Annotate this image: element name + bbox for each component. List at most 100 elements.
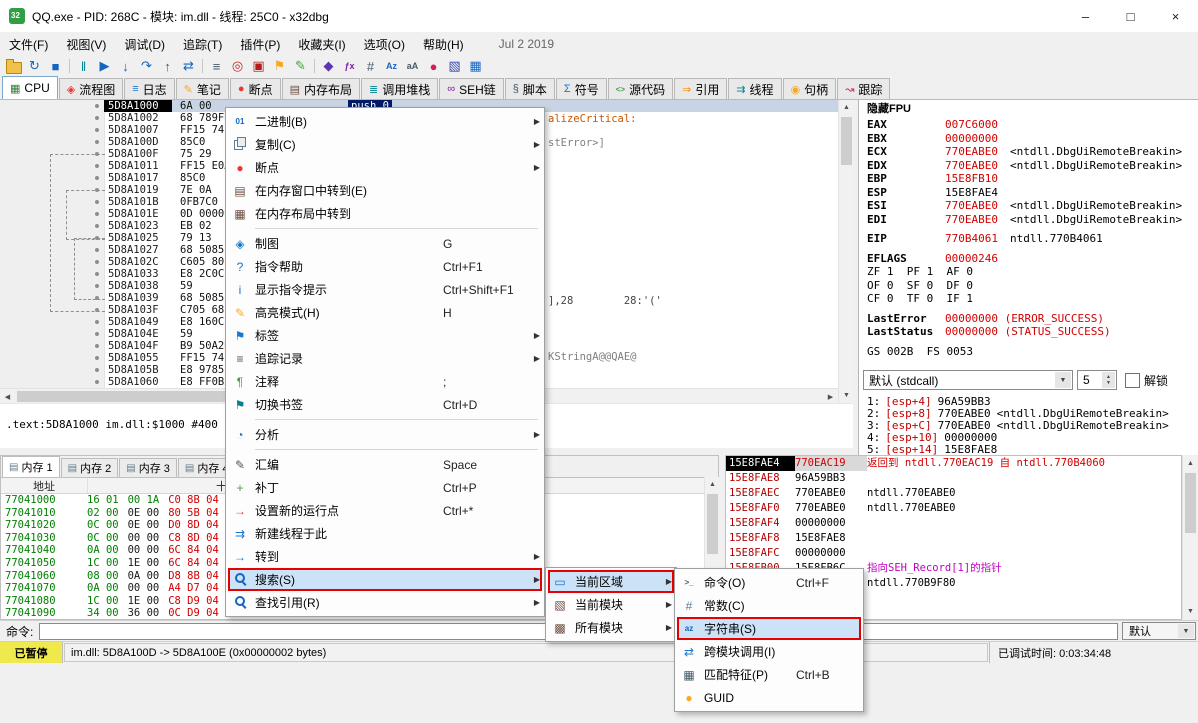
menu-item-toggle-bookmark[interactable]: ⚑切换书签Ctrl+D bbox=[228, 393, 542, 416]
menu-item-new-thread-here[interactable]: ⇉新建线程于此 bbox=[228, 522, 542, 545]
scroll-up-icon[interactable]: ▲ bbox=[1183, 456, 1198, 471]
menu-item-set-new-origin[interactable]: →设置新的运行点Ctrl+* bbox=[228, 499, 542, 522]
breakpoint-dot[interactable] bbox=[95, 332, 99, 336]
tab-seh[interactable]: ∞SEH链 bbox=[439, 78, 504, 99]
run-to-return-icon[interactable]: ⇄ bbox=[178, 57, 199, 75]
argument-count-spinner[interactable]: 5 ▲▼ bbox=[1077, 370, 1117, 390]
breakpoint-dot[interactable] bbox=[95, 140, 99, 144]
scroll-right-icon[interactable]: ▶ bbox=[823, 389, 838, 404]
breakpoint-dot[interactable] bbox=[95, 260, 99, 264]
breakpoints-icon[interactable]: ◎ bbox=[227, 57, 248, 75]
breakpoint-dot[interactable] bbox=[95, 152, 99, 156]
strings-icon[interactable]: Az bbox=[381, 57, 402, 75]
stack-row[interactable]: 15E8FAE4770EAC19返回到 ntdll.770EAC19 自 ntd… bbox=[726, 456, 1181, 471]
menu-options[interactable]: 选项(O) bbox=[355, 32, 414, 56]
menu-item-analysis[interactable]: ◔分析▶ bbox=[228, 423, 542, 446]
breakpoint-dot[interactable] bbox=[95, 224, 99, 228]
tab-notes[interactable]: ✎笔记 bbox=[176, 78, 229, 99]
tab-memory-map[interactable]: ▤内存布局 bbox=[282, 78, 360, 99]
breakpoint-dot[interactable] bbox=[95, 320, 99, 324]
register-row[interactable]: EFLAGS00000246 bbox=[867, 252, 1198, 266]
menu-item-follow-in-memory-map[interactable]: ▦在内存布局中转到 bbox=[228, 202, 542, 225]
windows-icon[interactable]: ▦ bbox=[465, 57, 486, 75]
menu-item-copy[interactable]: 复制(C)▶ bbox=[228, 133, 542, 156]
disasm-vertical-scrollbar[interactable]: ▲ ▼ bbox=[838, 100, 853, 403]
tab-cpu[interactable]: ▦CPU bbox=[2, 76, 58, 99]
menu-item-graph[interactable]: ◈制图G bbox=[228, 232, 542, 255]
dump-tab-dump-2[interactable]: ▤内存 2 bbox=[61, 458, 119, 477]
breakpoint-dot[interactable] bbox=[95, 284, 99, 288]
breakpoint-dot[interactable] bbox=[95, 356, 99, 360]
menu-item-label[interactable]: ⚑标签▶ bbox=[228, 324, 542, 347]
menu-item-current-region[interactable]: ▭当前区域▶ bbox=[548, 570, 674, 593]
tab-log[interactable]: ≡日志 bbox=[124, 78, 174, 99]
menu-file[interactable]: 文件(F) bbox=[0, 32, 57, 56]
breakpoint-dot[interactable] bbox=[95, 176, 99, 180]
case-icon[interactable]: aA bbox=[402, 57, 423, 75]
maximize-button[interactable]: □ bbox=[1108, 0, 1153, 32]
menu-item-binary[interactable]: 01二进制(B)▶ bbox=[228, 110, 542, 133]
menu-debug[interactable]: 调试(D) bbox=[115, 32, 174, 56]
register-row[interactable]: EAX007C6000 bbox=[867, 118, 1198, 132]
step-into-icon[interactable]: ↓ bbox=[115, 57, 136, 75]
breakpoint-dot[interactable] bbox=[95, 212, 99, 216]
menu-item-current-module[interactable]: ▧当前模块▶ bbox=[548, 593, 674, 616]
menu-item-trace-record[interactable]: ≡追踪记录▶ bbox=[228, 347, 542, 370]
register-row[interactable]: OF 0 SF 0 DF 0 bbox=[867, 279, 1198, 293]
scrollbar-track[interactable] bbox=[1183, 471, 1197, 604]
pause-icon[interactable]: ‖ bbox=[73, 57, 94, 75]
scrollbar-thumb[interactable] bbox=[1185, 473, 1196, 533]
menu-item-instruction-help[interactable]: ?指令帮助Ctrl+F1 bbox=[228, 255, 542, 278]
register-row[interactable]: ECX770EABE0<ntdll.DbgUiRemoteBreakin> bbox=[867, 145, 1198, 159]
unlock-checkbox[interactable] bbox=[1125, 373, 1140, 388]
scrollbar-thumb[interactable] bbox=[841, 117, 852, 165]
menu-item-breakpoint[interactable]: ●断点▶ bbox=[228, 156, 542, 179]
menu-item-find-references[interactable]: 查找引用(R)▶ bbox=[228, 591, 542, 614]
tab-call-stack[interactable]: ≣调用堆栈 bbox=[361, 78, 438, 99]
menu-item-search[interactable]: 搜索(S)▶ bbox=[228, 568, 542, 591]
chevron-down-icon[interactable]: ▼ bbox=[1055, 372, 1071, 388]
tab-script[interactable]: §脚本 bbox=[505, 78, 555, 99]
register-row[interactable]: ZF 1 PF 1 AF 0 bbox=[867, 265, 1198, 279]
register-row[interactable]: LastStatus00000000 (STATUS_SUCCESS) bbox=[867, 325, 1198, 339]
breakpoint-dot[interactable] bbox=[95, 272, 99, 276]
menu-trace[interactable]: 追踪(T) bbox=[174, 32, 231, 56]
favourites-icon[interactable]: ⚑ bbox=[269, 57, 290, 75]
stack-row[interactable]: 15E8FAF400000000 bbox=[726, 516, 1181, 531]
menu-item-comment[interactable]: ¶注释; bbox=[228, 370, 542, 393]
register-row[interactable]: GS 002B FS 0053 bbox=[867, 345, 1198, 359]
breakpoint-dot[interactable] bbox=[95, 368, 99, 372]
trace-icon[interactable]: ≡ bbox=[206, 57, 227, 75]
restart-icon[interactable]: ↻ bbox=[24, 57, 45, 75]
menu-favourites[interactable]: 收藏夹(I) bbox=[289, 32, 354, 56]
tab-references[interactable]: ⇒引用 bbox=[674, 78, 727, 99]
dump-tab-dump-3[interactable]: ▤内存 3 bbox=[119, 458, 177, 477]
tab-threads[interactable]: ⇉线程 bbox=[728, 78, 781, 99]
menu-item-assemble[interactable]: ✎汇编Space bbox=[228, 453, 542, 476]
breakpoint-dot[interactable] bbox=[95, 128, 99, 132]
tab-breakpoints[interactable]: ●断点 bbox=[230, 78, 281, 99]
calculator-icon[interactable]: ◆ bbox=[318, 57, 339, 75]
menu-item-guid[interactable]: ●GUID bbox=[677, 686, 861, 709]
run-icon[interactable]: ▶ bbox=[94, 57, 115, 75]
registers-pane[interactable]: 隐藏FPU EAX007C6000EBX00000000ECX770EABE0<… bbox=[858, 100, 1198, 455]
stack-argument-row[interactable]: 5:[esp+14]15E8FAE8 bbox=[859, 444, 1198, 455]
hide-fpu-toggle[interactable]: 隐藏FPU bbox=[859, 100, 1198, 118]
menu-item-command[interactable]: >_命令(O)Ctrl+F bbox=[677, 571, 861, 594]
stack-row[interactable]: 15E8FAE896A59BB3 bbox=[726, 471, 1181, 486]
scroll-left-icon[interactable]: ◀ bbox=[0, 389, 15, 404]
menu-plugins[interactable]: 插件(P) bbox=[231, 32, 289, 56]
close-button[interactable]: × bbox=[1153, 0, 1198, 32]
scroll-up-icon[interactable]: ▲ bbox=[705, 477, 720, 492]
tab-graph[interactable]: ◈流程图 bbox=[59, 78, 123, 99]
scroll-down-icon[interactable]: ▼ bbox=[1183, 604, 1198, 619]
memory-breakpoint-icon[interactable]: ▣ bbox=[248, 57, 269, 75]
menu-item-patch[interactable]: +补丁Ctrl+P bbox=[228, 476, 542, 499]
register-row[interactable]: EIP770B4061ntdll.770B4061 bbox=[867, 232, 1198, 246]
menu-item-all-modules[interactable]: ▩所有模块▶ bbox=[548, 616, 674, 639]
dump-tab-dump-1[interactable]: ▤内存 1 bbox=[2, 456, 60, 477]
register-row[interactable]: LastError00000000 (ERROR_SUCCESS) bbox=[867, 312, 1198, 326]
scroll-down-icon[interactable]: ▼ bbox=[839, 388, 854, 403]
tab-trace[interactable]: ↝跟踪 bbox=[837, 78, 890, 99]
breakpoint-dot[interactable] bbox=[95, 164, 99, 168]
